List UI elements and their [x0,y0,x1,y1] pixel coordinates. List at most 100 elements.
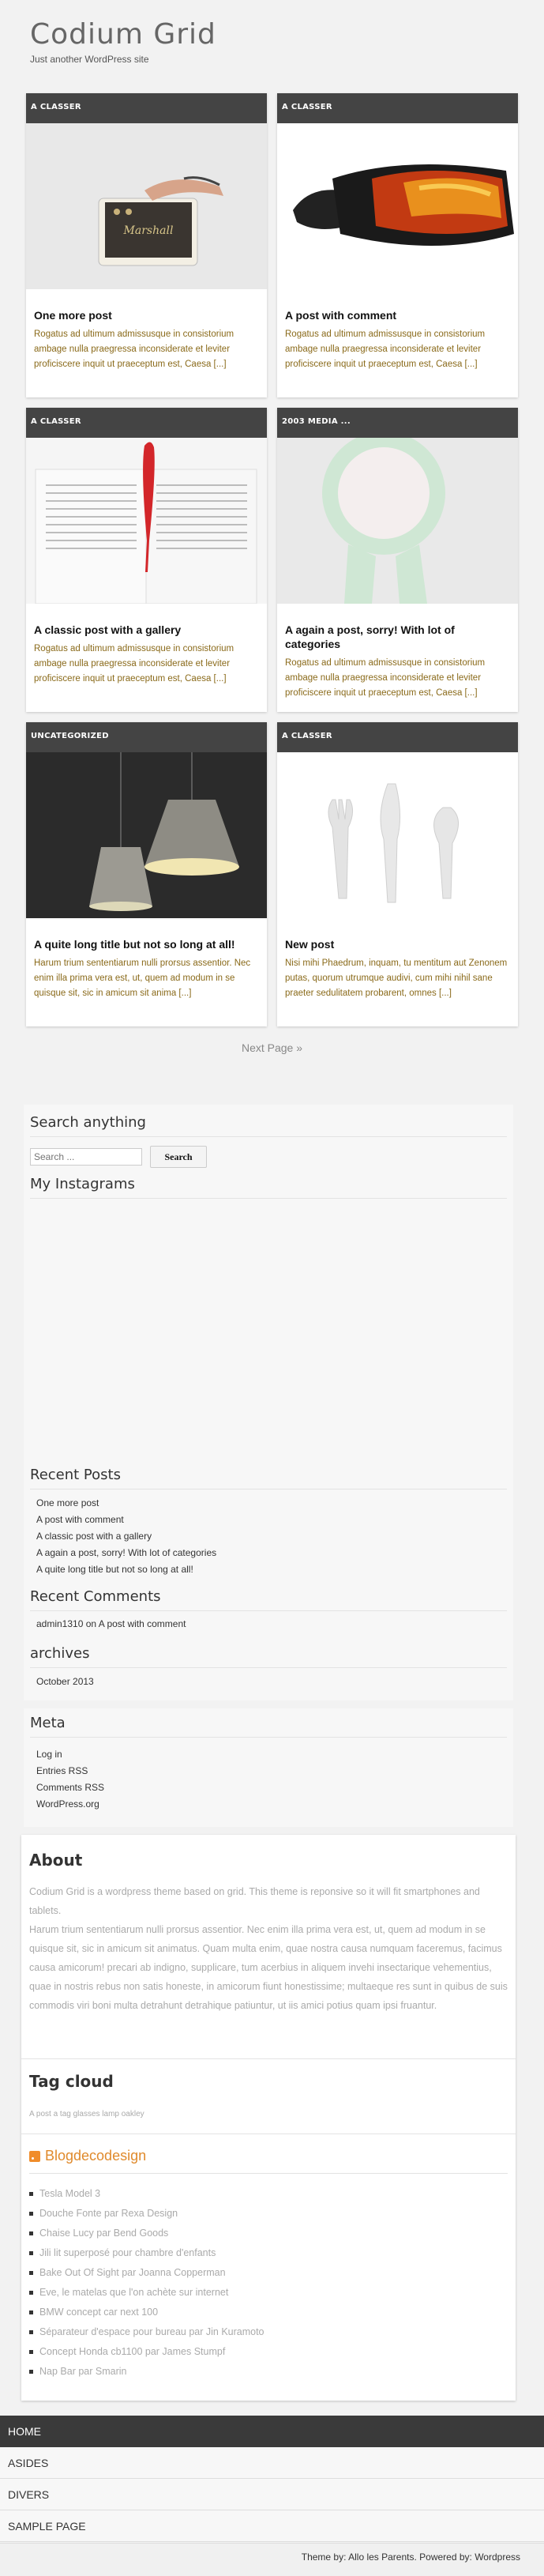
post-thumbnail-book[interactable] [26,438,267,604]
post-card[interactable]: UNCATEGORIZED A quite long title but not… [26,722,267,1026]
wordpress-link[interactable]: WordPress.org [36,1796,104,1813]
rss-link[interactable]: Nap Bar par Smarin [39,2362,126,2382]
post-card[interactable]: A CLASSER A post with comment Rogatus ad… [277,93,518,397]
post-title[interactable]: A quite long title but not so long at al… [34,937,259,951]
rss-icon[interactable] [29,2150,40,2162]
about-paragraph: Codium Grid is a wordpress theme based o… [29,1886,480,1916]
recent-post-link[interactable]: A quite long title but not so long at al… [36,1561,216,1578]
divider [21,2058,516,2059]
meta-title: Meta [30,1715,66,1731]
archive-link[interactable]: October 2013 [36,1674,94,1690]
rss-feed-title[interactable]: Blogdecodesign [29,2148,146,2164]
post-card[interactable]: A CLASSER A classic post with a gallery … [26,408,267,712]
post-thumbnail-lamps[interactable] [26,752,267,918]
rss-link[interactable]: Jili lit superposé pour chambre d'enfant… [39,2243,216,2263]
sidebar-primary: Search anything Search My Instagrams Rec… [24,1105,513,1700]
bullet-icon [29,2310,33,2314]
nav-divers[interactable]: DIVERS [0,2479,544,2510]
post-title[interactable]: New post [285,937,510,951]
post-category[interactable]: 2003 MEDIA ... [277,408,518,438]
site-title[interactable]: Codium Grid [30,17,216,52]
nav-asides[interactable]: ASIDES [0,2447,544,2479]
recent-comment-item: admin1310 on A post with comment [36,1618,186,1629]
rss-item: Bake Out Of Sight par Joanna Copperman [29,2263,264,2283]
divider [29,2173,508,2174]
recent-post-link[interactable]: One more post [36,1495,216,1512]
post-thumbnail-mirror[interactable] [277,438,518,604]
rss-link[interactable]: Concept Honda cb1100 par James Stumpf [39,2342,225,2362]
post-category[interactable]: A CLASSER [26,408,267,438]
post-title[interactable]: A classic post with a gallery [34,623,259,637]
search-widget-title: Search anything [30,1114,146,1131]
post-title[interactable]: A post with comment [285,308,510,322]
bullet-icon [29,2231,33,2235]
post-title[interactable]: A again a post, sorry! With lot of categ… [285,623,510,651]
post-category[interactable]: A CLASSER [277,93,518,123]
about-paragraph: Harum trium sententiarum nulli prorsus a… [29,1924,508,2011]
rss-link[interactable]: Douche Fonte par Rexa Design [39,2204,178,2224]
archives-list: October 2013 [36,1674,94,1690]
bullet-icon [29,2350,33,2354]
rss-item: Nap Bar par Smarin [29,2362,264,2382]
post-card[interactable]: A CLASSER New post Nisi mihi Phaedrum, i… [277,722,518,1026]
rss-item: Jili lit superposé pour chambre d'enfant… [29,2243,264,2263]
recent-posts-title: Recent Posts [30,1467,121,1483]
post-excerpt: Harum trium sententiarum nulli prorsus a… [34,958,251,998]
recent-posts-list: One more post A post with comment A clas… [36,1495,216,1578]
post-thumbnail-goggles[interactable] [277,123,518,289]
post-card[interactable]: 2003 MEDIA ... A again a post, sorry! Wi… [277,408,518,712]
recent-post-link[interactable]: A again a post, sorry! With lot of categ… [36,1545,216,1561]
about-section: About Codium Grid is a wordpress theme b… [21,1835,516,2401]
rss-link[interactable]: Chaise Lucy par Bend Goods [39,2224,168,2243]
post-title[interactable]: One more post [34,308,259,322]
rss-item: Concept Honda cb1100 par James Stumpf [29,2342,264,2362]
svg-text:Marshall: Marshall [123,224,174,237]
rss-link[interactable]: Bake Out Of Sight par Joanna Copperman [39,2263,226,2283]
post-category[interactable]: A CLASSER [26,93,267,123]
book-image [26,438,267,604]
bullet-icon [29,2251,33,2255]
rss-title-text[interactable]: Blogdecodesign [45,2148,146,2164]
main-nav: HOME ASIDES DIVERS SAMPLE PAGE [0,2416,544,2542]
post-excerpt: Rogatus ad ultimum admissusque in consis… [34,644,234,684]
comment-author-link[interactable]: admin1310 [36,1618,83,1629]
post-excerpt: Nisi mihi Phaedrum, inquam, tu mentitum … [285,958,508,998]
recent-post-link[interactable]: A classic post with a gallery [36,1528,216,1545]
post-card[interactable]: A CLASSER Marshall One more post Rogatus… [26,93,267,397]
bullet-icon [29,2271,33,2275]
entries-rss-link[interactable]: Entries RSS [36,1763,104,1779]
bullet-icon [29,2370,33,2374]
nav-sample-page[interactable]: SAMPLE PAGE [0,2510,544,2542]
tag-cloud-title: Tag cloud [29,2072,114,2091]
speaker-image: Marshall [26,123,267,289]
recent-post-link[interactable]: A post with comment [36,1512,216,1528]
search-button[interactable]: Search [150,1146,207,1168]
rss-link[interactable]: Eve, le matelas que l'on achète sur inte… [39,2283,228,2303]
divider [30,1610,507,1611]
sidebar-meta: Meta Log in Entries RSS Comments RSS Wor… [24,1708,513,1827]
nav-home[interactable]: HOME [0,2416,544,2447]
site-footer: Theme by: Allo les Parents. Powered by: … [0,2543,544,2576]
next-page-link[interactable]: Next Page » [0,1041,544,1054]
post-thumbnail-utensils[interactable] [277,752,518,918]
post-thumbnail-speaker[interactable]: Marshall [26,123,267,289]
comments-rss-link[interactable]: Comments RSS [36,1779,104,1796]
comment-on-text: on [85,1618,97,1629]
post-category[interactable]: UNCATEGORIZED [26,722,267,752]
instagram-widget-title: My Instagrams [30,1176,135,1192]
rss-link[interactable]: Séparateur d'espace pour bureau par Jin … [39,2322,264,2342]
tag-cloud-links[interactable]: A post a tag glasses lamp oakley [29,2110,144,2118]
post-excerpt: Rogatus ad ultimum admissusque in consis… [285,658,486,698]
rss-link[interactable]: BMW concept car next 100 [39,2303,158,2322]
about-title: About [29,1851,83,1870]
login-link[interactable]: Log in [36,1746,104,1763]
post-category[interactable]: A CLASSER [277,722,518,752]
footer-credits: Theme by: Allo les Parents. Powered by: … [301,2552,520,2563]
archives-title: archives [30,1645,90,1662]
search-input[interactable] [30,1148,142,1166]
post-excerpt: Rogatus ad ultimum admissusque in consis… [34,330,234,369]
rss-link[interactable]: Tesla Model 3 [39,2184,100,2204]
mirror-image [277,438,518,604]
utensils-image [277,752,518,918]
comment-post-link[interactable]: A post with comment [99,1618,186,1629]
